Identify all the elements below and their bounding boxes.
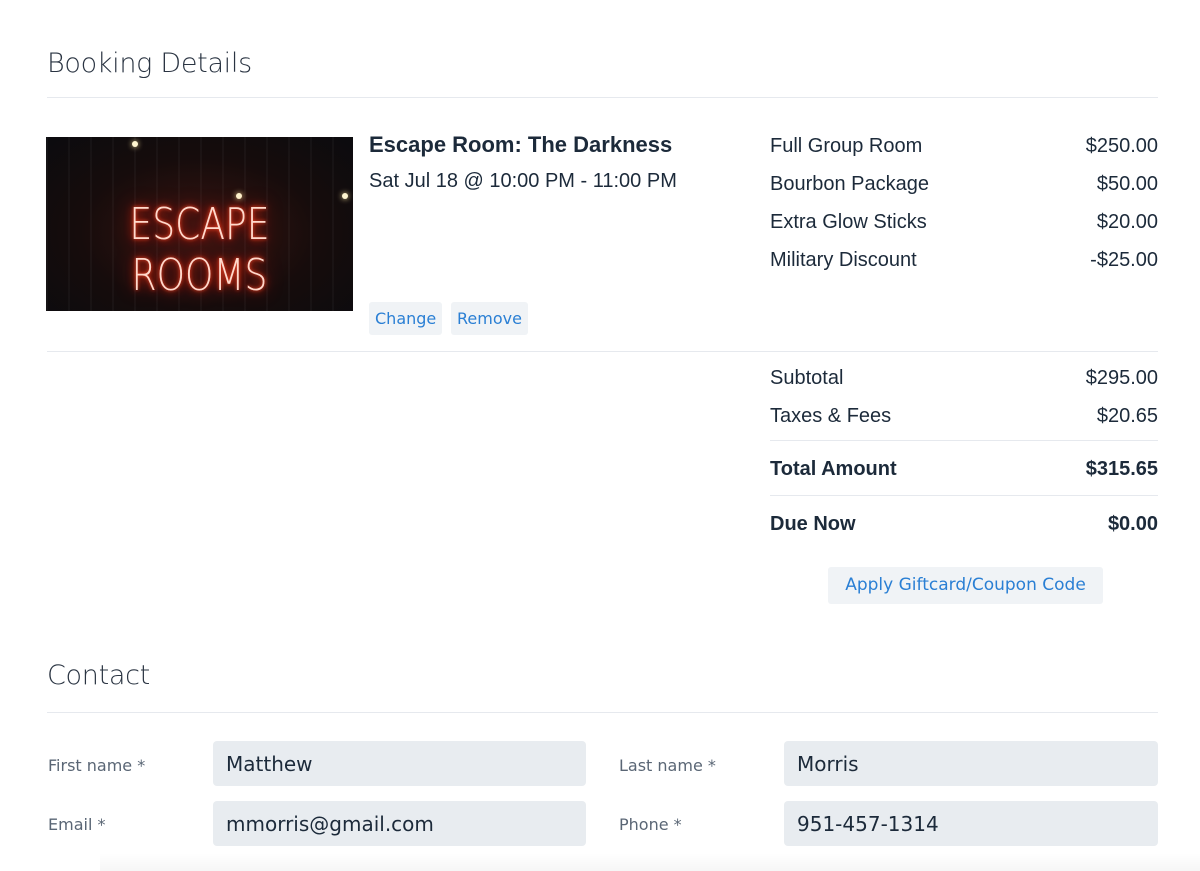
divider (47, 351, 1158, 352)
line-item: Full Group Room $250.00 (770, 135, 1158, 158)
bottom-shadow (100, 853, 1200, 871)
subtotal-label: Subtotal (770, 367, 844, 389)
email-label: Email * (48, 815, 106, 834)
divider (47, 97, 1158, 98)
divider (770, 440, 1158, 441)
divider (47, 712, 1158, 713)
remove-button[interactable]: Remove (451, 302, 528, 335)
divider (770, 495, 1158, 496)
line-item: Extra Glow Sticks $20.00 (770, 211, 1158, 234)
contact-title: Contact (47, 660, 150, 691)
line-item: Bourbon Package $50.00 (770, 173, 1158, 196)
phone-input[interactable] (784, 801, 1158, 846)
booking-details-title: Booking Details (47, 48, 252, 79)
first-name-label: First name * (48, 756, 146, 775)
line-item-label: Full Group Room (770, 135, 923, 157)
line-item: Military Discount -$25.00 (770, 249, 1158, 272)
taxes-label: Taxes & Fees (770, 405, 892, 427)
due-now-label: Due Now (770, 513, 856, 535)
line-item-label: Military Discount (770, 249, 917, 271)
subtotal-amount: $295.00 (1085, 367, 1158, 389)
taxes-amount: $20.65 (1096, 405, 1158, 427)
subtotal-row: Subtotal $295.00 (770, 367, 1158, 390)
email-input[interactable] (213, 801, 586, 846)
due-now-amount: $0.00 (1107, 513, 1158, 535)
line-item-label: Bourbon Package (770, 173, 930, 195)
taxes-row: Taxes & Fees $20.65 (770, 405, 1158, 428)
total-label: Total Amount (770, 458, 897, 480)
apply-coupon-button[interactable]: Apply Giftcard/Coupon Code (828, 567, 1103, 604)
phone-label: Phone * (619, 815, 682, 834)
line-item-label: Extra Glow Sticks (770, 211, 927, 233)
change-button[interactable]: Change (369, 302, 443, 335)
line-item-amount: $250.00 (1085, 135, 1158, 157)
line-item-amount: $50.00 (1096, 173, 1158, 195)
image-neon-sign: ESCAPE ROOMS (129, 199, 270, 301)
line-item-amount: $20.00 (1096, 211, 1158, 233)
event-image: ESCAPE ROOMS (46, 137, 353, 311)
first-name-input[interactable] (213, 741, 586, 786)
event-time: Sat Jul 18 @ 10:00 PM - 11:00 PM (369, 170, 677, 192)
line-item-amount: -$25.00 (1090, 249, 1158, 271)
due-now-row: Due Now $0.00 (770, 513, 1158, 536)
total-amount: $315.65 (1085, 458, 1158, 480)
last-name-input[interactable] (784, 741, 1158, 786)
last-name-label: Last name * (619, 756, 716, 775)
total-row: Total Amount $315.65 (770, 458, 1158, 481)
event-title: Escape Room: The Darkness (369, 132, 673, 157)
